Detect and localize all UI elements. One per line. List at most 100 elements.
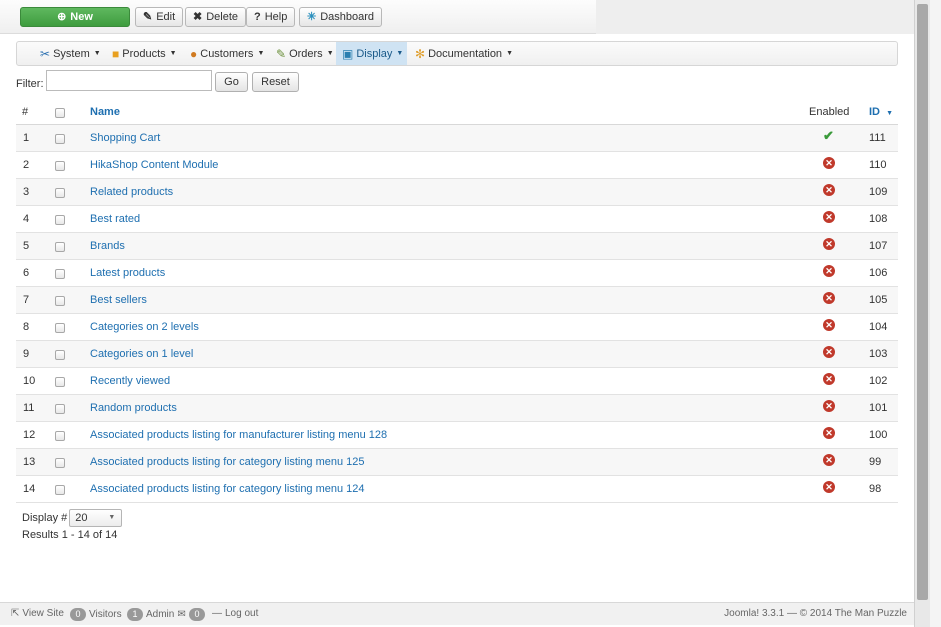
enabled-toggle[interactable]: ✕ bbox=[823, 184, 835, 196]
modules-table: # Name Enabled ID ▼ 1 Shopping Cart ✔ 111 2 H… bbox=[16, 98, 898, 503]
box-icon: ■ bbox=[112, 46, 120, 61]
row-checkbox[interactable] bbox=[55, 296, 65, 306]
row-id: 107 bbox=[869, 240, 888, 252]
mail-icon: ✉ bbox=[177, 609, 186, 620]
go-button[interactable]: Go bbox=[215, 72, 248, 92]
menu-system[interactable]: ✂ System ▼ bbox=[34, 42, 107, 65]
header-id[interactable]: ID ▼ bbox=[869, 106, 893, 118]
visitors-status: 0 Visitors bbox=[70, 608, 122, 621]
row-checkbox[interactable] bbox=[55, 242, 65, 252]
row-number: 14 bbox=[23, 483, 36, 495]
module-name-link[interactable]: Best sellers bbox=[90, 294, 147, 306]
logout-link[interactable]: — Log out bbox=[212, 608, 258, 619]
table-body: 1 Shopping Cart ✔ 111 2 HikaShop Content Modu… bbox=[16, 125, 898, 503]
row-checkbox[interactable] bbox=[55, 188, 65, 198]
orders-icon: ✎ bbox=[276, 46, 287, 61]
row-number: 2 bbox=[23, 159, 30, 171]
row-id: 98 bbox=[869, 483, 882, 495]
delete-button-label: Delete bbox=[206, 11, 239, 23]
vertical-scrollbar[interactable] bbox=[914, 0, 930, 627]
module-name-link[interactable]: Recently viewed bbox=[90, 375, 170, 387]
row-checkbox[interactable] bbox=[55, 377, 65, 387]
caret-down-icon: ▼ bbox=[169, 50, 177, 57]
dashboard-button[interactable]: ✳ Dashboard bbox=[299, 7, 383, 27]
module-name-link[interactable]: Random products bbox=[90, 402, 177, 414]
table-row: 12 Associated products listing for manufa… bbox=[16, 422, 898, 449]
help-button[interactable]: ? Help bbox=[246, 7, 296, 27]
users-icon: ● bbox=[190, 46, 198, 61]
module-name-link[interactable]: Best rated bbox=[90, 213, 140, 225]
row-checkbox[interactable] bbox=[55, 485, 65, 495]
scrollbar-thumb[interactable] bbox=[917, 4, 928, 600]
enabled-toggle[interactable]: ✕ bbox=[823, 211, 835, 223]
menu-products-label: Products bbox=[122, 47, 166, 60]
menu-orders[interactable]: ✎ Orders ▼ bbox=[270, 42, 340, 65]
enabled-toggle[interactable]: ✕ bbox=[823, 265, 835, 277]
row-number: 4 bbox=[23, 213, 30, 225]
header-num: # bbox=[22, 106, 29, 118]
header-name[interactable]: Name bbox=[90, 106, 120, 118]
disabled-x-icon: ✕ bbox=[823, 454, 835, 466]
table-row: 9 Categories on 1 level ✕ 103 bbox=[16, 341, 898, 368]
module-name-link[interactable]: Categories on 1 level bbox=[90, 348, 193, 360]
menu-documentation[interactable]: ✻ Documentation ▼ bbox=[409, 42, 519, 65]
module-name-link[interactable]: Associated products listing for manufact… bbox=[90, 429, 387, 441]
view-site-link[interactable]: ⇱ View Site bbox=[11, 608, 64, 619]
module-name-link[interactable]: Categories on 2 levels bbox=[90, 321, 199, 333]
row-checkbox[interactable] bbox=[55, 431, 65, 441]
module-name-link[interactable]: Latest products bbox=[90, 267, 165, 279]
menu-products[interactable]: ■ Products ▼ bbox=[106, 42, 183, 65]
caret-down-icon: ▼ bbox=[506, 50, 513, 57]
menu-system-label: System bbox=[53, 47, 90, 60]
enabled-toggle[interactable]: ✕ bbox=[823, 292, 835, 304]
module-name-link[interactable]: HikaShop Content Module bbox=[90, 159, 218, 171]
module-name-link[interactable]: Shopping Cart bbox=[90, 132, 160, 144]
table-row: 14 Associated products listing for catego… bbox=[16, 476, 898, 503]
enabled-toggle[interactable]: ✕ bbox=[823, 427, 835, 439]
module-name-link[interactable]: Related products bbox=[90, 186, 173, 198]
enabled-toggle[interactable]: ✕ bbox=[823, 481, 835, 493]
row-id: 111 bbox=[869, 132, 886, 144]
reset-button[interactable]: Reset bbox=[252, 72, 299, 92]
disabled-x-icon: ✕ bbox=[823, 400, 835, 412]
display-select[interactable]: 20 ▼ bbox=[69, 509, 123, 527]
enabled-toggle[interactable]: ✕ bbox=[823, 454, 835, 466]
select-all-checkbox[interactable] bbox=[55, 108, 65, 118]
delete-icon: ✖ bbox=[193, 11, 203, 23]
enabled-toggle[interactable]: ✕ bbox=[823, 346, 835, 358]
enabled-toggle[interactable]: ✔ bbox=[823, 129, 835, 142]
row-checkbox[interactable] bbox=[55, 161, 65, 171]
tools-icon: ✂ bbox=[40, 46, 51, 61]
row-checkbox[interactable] bbox=[55, 134, 65, 144]
enabled-toggle[interactable]: ✕ bbox=[823, 400, 835, 412]
edit-button[interactable]: ✎ Edit bbox=[135, 7, 184, 27]
row-checkbox[interactable] bbox=[55, 323, 65, 333]
new-button[interactable]: ⊕ New bbox=[20, 7, 130, 27]
header-enabled[interactable]: Enabled bbox=[809, 106, 849, 118]
row-checkbox[interactable] bbox=[55, 269, 65, 279]
module-name-link[interactable]: Brands bbox=[90, 240, 125, 252]
menu-display[interactable]: ▣ Display ▼ bbox=[336, 42, 407, 65]
menu-orders-label: Orders bbox=[289, 47, 323, 60]
row-checkbox[interactable] bbox=[55, 458, 65, 468]
row-checkbox[interactable] bbox=[55, 215, 65, 225]
toolbar-edge bbox=[596, 0, 914, 34]
enabled-toggle[interactable]: ✕ bbox=[823, 157, 835, 169]
header-id-label: ID bbox=[869, 106, 880, 118]
delete-button[interactable]: ✖ Delete bbox=[185, 7, 247, 27]
caret-down-icon: ▼ bbox=[396, 50, 404, 57]
row-checkbox[interactable] bbox=[55, 404, 65, 414]
module-name-link[interactable]: Associated products listing for category… bbox=[90, 483, 365, 495]
enabled-toggle[interactable]: ✕ bbox=[823, 373, 835, 385]
menu-customers[interactable]: ● Customers ▼ bbox=[184, 42, 270, 65]
filter-input[interactable] bbox=[46, 70, 212, 91]
enabled-toggle[interactable]: ✕ bbox=[823, 319, 835, 331]
disabled-x-icon: ✕ bbox=[823, 238, 835, 250]
module-name-link[interactable]: Associated products listing for category… bbox=[90, 456, 365, 468]
messages-status[interactable]: 0 bbox=[189, 608, 205, 621]
row-checkbox[interactable] bbox=[55, 350, 65, 360]
enabled-toggle[interactable]: ✕ bbox=[823, 238, 835, 250]
new-button-label: New bbox=[70, 11, 93, 23]
chevron-down-icon: ▼ bbox=[108, 514, 116, 521]
messages-badge: 0 bbox=[189, 608, 205, 621]
